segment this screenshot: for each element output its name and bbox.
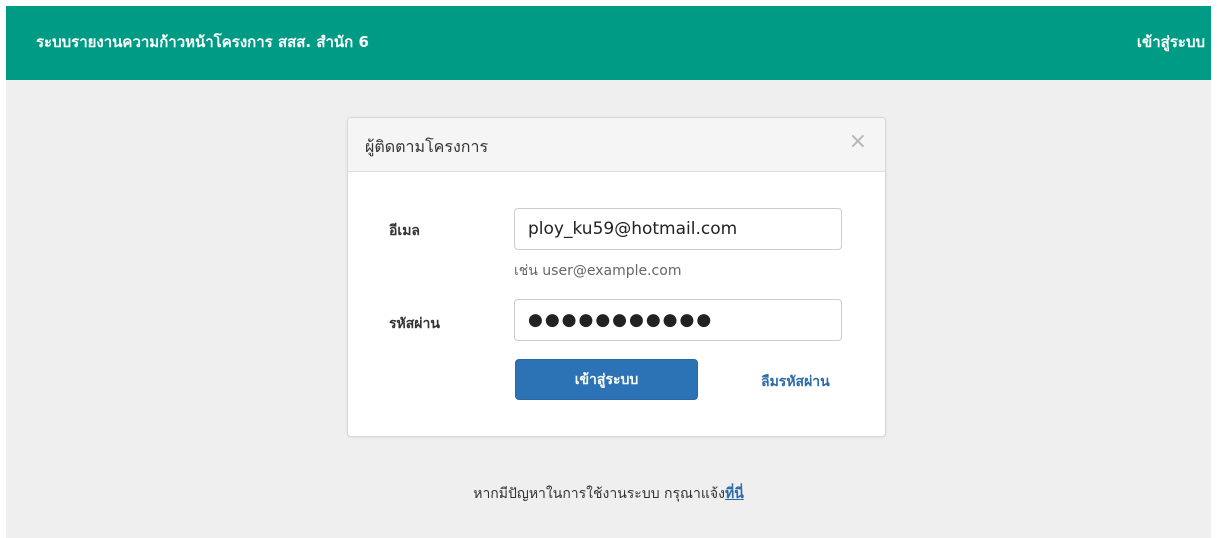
email-field[interactable] [514, 208, 842, 250]
password-field[interactable] [514, 299, 842, 341]
email-label: อีเมล [389, 223, 421, 239]
top-navbar: ระบบรายงานความก้าวหน้าโครงการ สสส. สำนัก… [6, 6, 1211, 80]
password-label: รหัสผ่าน [389, 316, 440, 332]
app-title: ระบบรายงานความก้าวหน้าโครงการ สสส. สำนัก… [36, 33, 369, 51]
login-modal: ผู้ติดตามโครงการ × อีเมล เช่น user@examp… [347, 117, 886, 437]
modal-header: ผู้ติดตามโครงการ × [348, 118, 885, 172]
page-background: ระบบรายงานความก้าวหน้าโครงการ สสส. สำนัก… [6, 6, 1211, 538]
navbar-login-link[interactable]: เข้าสู่ระบบ [1137, 30, 1205, 54]
footer-help-link[interactable]: ที่นี่ [725, 486, 744, 502]
email-hint: เช่น user@example.com [514, 263, 682, 279]
footer-text: หากมีปัญหาในการใช้งานระบบ กรุณาแจ้ง [473, 486, 725, 502]
forgot-password-link[interactable]: ลืมรหัสผ่าน [761, 371, 830, 393]
close-icon[interactable]: × [849, 131, 867, 153]
modal-title: ผู้ติดตามโครงการ [365, 137, 489, 156]
footer-help: หากมีปัญหาในการใช้งานระบบ กรุณาแจ้งที่นี… [6, 483, 1211, 505]
login-submit-button[interactable]: เข้าสู่ระบบ [515, 359, 698, 400]
